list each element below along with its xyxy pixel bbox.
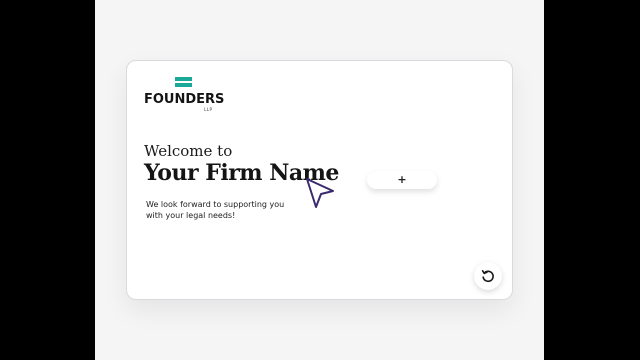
welcome-card: FOUNDERS LLP Welcome to Your Firm Name W… [126,60,513,300]
add-button[interactable]: + [367,171,437,189]
logo-name: FOUNDERS [144,92,225,107]
logo-mark-icon [175,76,192,90]
tagline: We look forward to supporting you with y… [146,199,326,221]
welcome-text: Welcome to [144,142,233,160]
reset-button[interactable] [474,262,502,290]
pointer-arrow-icon [306,178,334,208]
app-stage: FOUNDERS LLP Welcome to Your Firm Name W… [95,0,544,360]
founders-logo: FOUNDERS LLP [144,76,224,116]
logo-suffix: LLP [204,107,213,112]
tagline-line-2: with your legal needs! [146,211,236,220]
tagline-line-1: We look forward to supporting you [146,200,285,209]
reset-icon [481,270,494,283]
